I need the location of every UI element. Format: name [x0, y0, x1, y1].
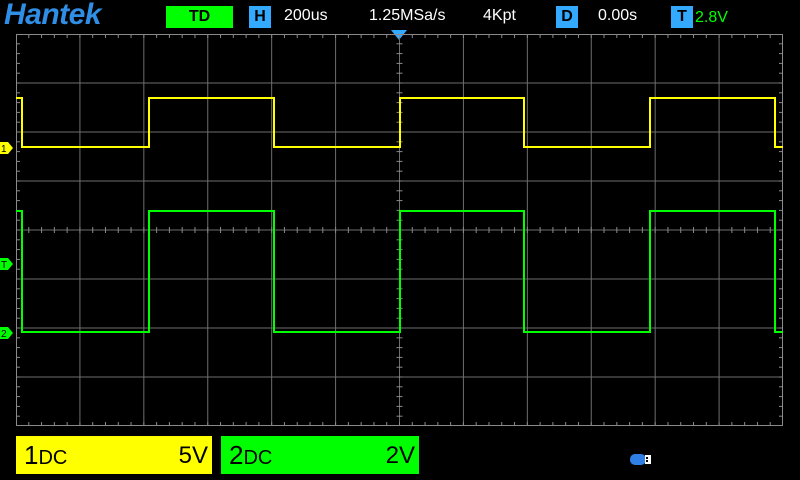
- ch1-marker[interactable]: 1: [0, 142, 14, 154]
- graticule: [16, 34, 783, 426]
- ch1-number: 1: [24, 440, 39, 470]
- ch2-settings[interactable]: 2DC 2V: [221, 436, 419, 474]
- trigger-level-value: 2.8V: [695, 9, 728, 26]
- ch2-coupling: DC: [243, 447, 273, 469]
- trigger-mode-badge[interactable]: TD: [166, 6, 233, 28]
- ch1-trace: [16, 97, 783, 148]
- memory-depth-value: 4Kpt: [483, 7, 516, 24]
- usb-drive-icon: [630, 454, 651, 465]
- sample-rate-value: 1.25MSa/s: [369, 7, 446, 24]
- delay-icon[interactable]: D: [556, 6, 578, 28]
- trigger-marker-label: T: [1, 260, 7, 270]
- delay-value: 0.00s: [598, 7, 638, 24]
- status-bar: Hantek TD H 200us 1.25MSa/s 4Kpt D 0.00s…: [0, 0, 800, 32]
- ch1-settings[interactable]: 1DC 5V: [16, 436, 212, 474]
- ch1-label: 1DC: [24, 440, 67, 471]
- ch2-scale: 2V: [385, 442, 415, 469]
- trigger-icon[interactable]: T: [671, 6, 693, 28]
- ch2-label: 2DC: [229, 440, 272, 471]
- timebase-value: 200us: [284, 7, 328, 24]
- ch2-marker-label: 2: [1, 329, 7, 339]
- ch1-marker-label: 1: [1, 144, 7, 154]
- ch2-marker[interactable]: 2: [0, 327, 14, 339]
- brand-logo: Hantek: [4, 0, 102, 31]
- ch2-number: 2: [229, 440, 244, 470]
- ch1-coupling: DC: [38, 447, 68, 469]
- trigger-level-marker[interactable]: T: [0, 258, 14, 270]
- horizontal-icon[interactable]: H: [249, 6, 271, 28]
- waveform-display[interactable]: [16, 34, 783, 426]
- ch1-scale: 5V: [178, 442, 208, 469]
